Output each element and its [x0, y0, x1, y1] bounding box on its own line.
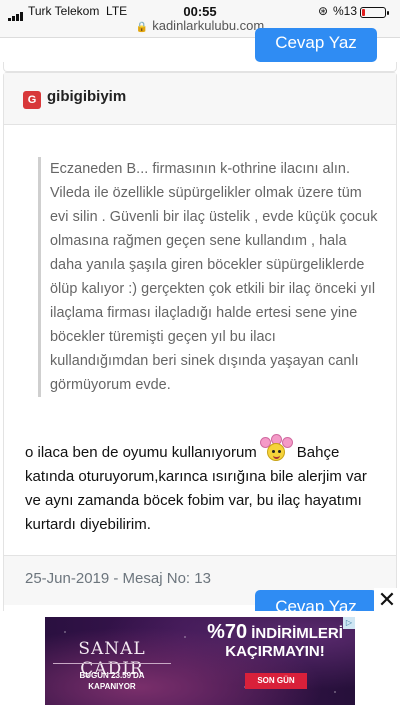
battery-fill [362, 9, 365, 16]
post-body-text-1: o ilaca ben de oyumu kullanıyorum [25, 444, 257, 461]
ad-divider [53, 663, 171, 664]
ad-cta-button[interactable]: SON GÜN [245, 673, 307, 689]
ad-deadline-line2: KAPANIYOR [88, 682, 136, 691]
ad-banner[interactable]: ▷ SANAL ÇADIR BUGÜN 23.59'DA KAPANIYOR %… [45, 617, 355, 705]
ad-deadline-line1: BUGÜN 23.59'DA [79, 671, 145, 680]
ad-headline-2: KAÇIRMAYIN! [225, 643, 325, 660]
quoted-message: Eczaneden B... firmasının k-othrine ilac… [38, 157, 378, 397]
ad-headline-1-text: İNDİRİMLERİ [251, 625, 343, 642]
post-header: G gibigibiyim [4, 73, 396, 125]
orientation-lock-icon: ⊛ [318, 4, 329, 18]
lock-icon: 🔒 [135, 22, 149, 33]
username[interactable]: gibigibiyim [47, 88, 126, 105]
ad-headline-1: %70 İNDİRİMLERİ [195, 621, 355, 643]
ad-percent: %70 [207, 621, 248, 643]
ad-banner-container: ▷ SANAL ÇADIR BUGÜN 23.59'DA KAPANIYOR %… [0, 611, 400, 711]
quote-text: Eczaneden B... firmasının k-othrine ilac… [50, 161, 378, 393]
avatar[interactable]: G [23, 91, 41, 109]
post-date-and-number: 25-Jun-2019 - Mesaj No: 13 [25, 570, 211, 587]
flower-smiley-emoji-icon [259, 434, 294, 461]
post-body: o ilaca ben de oyumu kullanıyorum Bahçe k… [25, 434, 385, 537]
battery-icon [360, 7, 389, 18]
previous-post-card [3, 62, 397, 72]
ad-deadline: BUGÜN 23.59'DA KAPANIYOR [53, 670, 171, 692]
reply-button-top[interactable]: Cevap Yaz [255, 28, 377, 62]
battery-percent: %13 [333, 4, 358, 18]
url-text: kadinlarkulubu.com [152, 18, 265, 33]
